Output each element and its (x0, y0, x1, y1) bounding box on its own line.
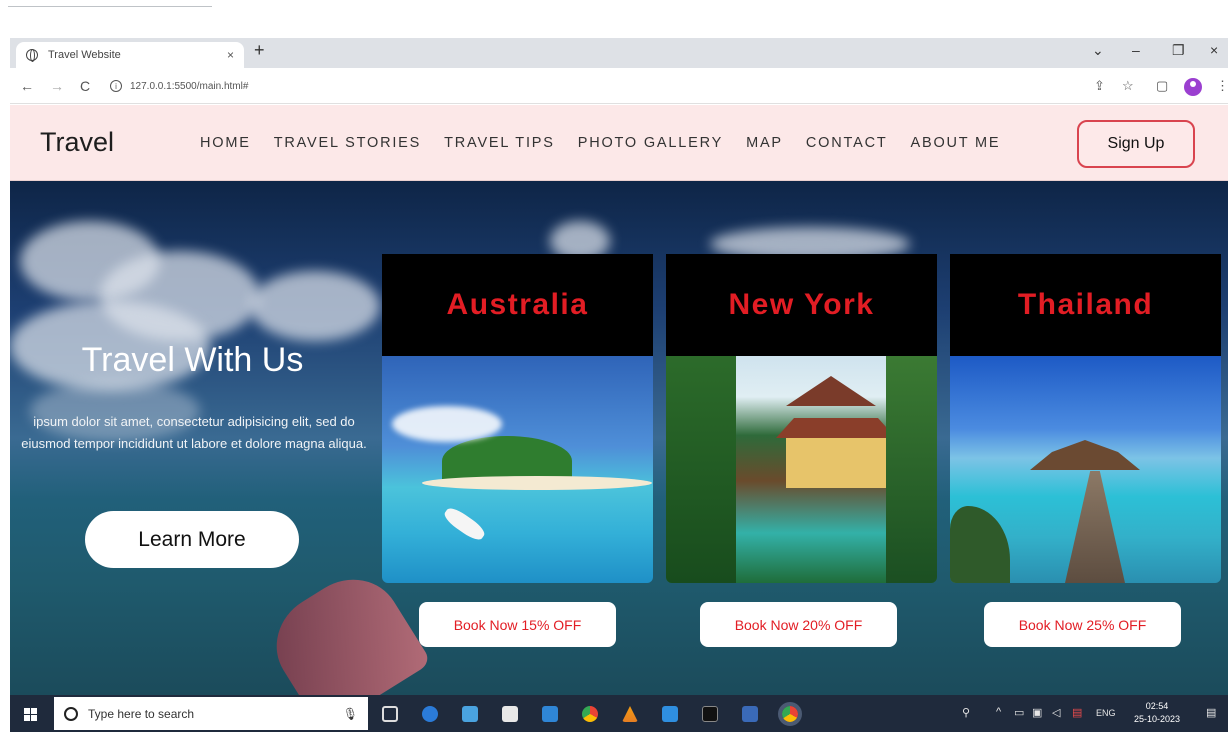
hero-description: ipsum dolor sit amet, consectetur adipis… (21, 414, 367, 451)
microphone-icon[interactable]: 🎙 (343, 707, 358, 721)
battery-icon[interactable]: ▭ (1014, 706, 1024, 719)
word-icon[interactable] (742, 706, 758, 722)
book-now-new-york-button[interactable]: Book Now 20% OFF (700, 602, 897, 647)
site-header: Travel HOME TRAVEL STORIES TRAVEL TIPS P… (10, 105, 1228, 181)
network-icon[interactable]: ▣ (1032, 706, 1042, 719)
side-panel-icon[interactable]: ▢ (1156, 78, 1168, 94)
minimize-icon[interactable]: – (1132, 42, 1140, 58)
clock-date: 25-10-2023 (1134, 714, 1181, 724)
vscode-icon[interactable] (662, 706, 678, 722)
browser-address-bar: ← → C i 127.0.0.1:5500/main.html# ⇪ ☆ ▢ … (10, 68, 1228, 104)
thailand-image (950, 356, 1221, 583)
new-york-image (666, 356, 937, 583)
notification-app-icon[interactable]: ▤ (1072, 706, 1082, 719)
clock-time: 02:54 (1145, 701, 1169, 711)
restore-icon[interactable]: ❐ (1172, 42, 1185, 59)
site-logo[interactable]: Travel (40, 127, 114, 158)
cloud-decoration (250, 271, 380, 341)
tab-title: Travel Website (48, 49, 121, 61)
house-shape (786, 438, 886, 488)
edge-icon[interactable] (422, 706, 438, 722)
palm-shape (666, 356, 736, 583)
cortana-icon (64, 706, 78, 721)
info-icon[interactable]: i (110, 80, 122, 92)
card-header: New York (666, 254, 937, 356)
chrome-icon[interactable] (582, 706, 598, 722)
windows-start-icon[interactable] (24, 708, 37, 721)
new-tab-icon[interactable]: + (254, 40, 265, 61)
canoe-shape (441, 504, 488, 544)
nav-about-me[interactable]: ABOUT ME (911, 135, 1001, 151)
back-icon[interactable]: ← (20, 78, 34, 94)
url-field[interactable]: i 127.0.0.1:5500/main.html# (110, 75, 1090, 97)
hut-shape (1030, 440, 1140, 470)
volume-icon[interactable]: ◁ (1052, 706, 1060, 719)
browser-tab-bar: Travel Website × + ⌄ – ❐ × (10, 38, 1228, 68)
learn-more-button[interactable]: Learn More (85, 511, 299, 568)
nav-home[interactable]: HOME (200, 135, 251, 151)
chevron-down-icon[interactable]: ⌄ (1092, 42, 1104, 59)
palm-shape (886, 356, 937, 583)
cloud-decoration (392, 406, 502, 442)
nav-travel-stories[interactable]: TRAVEL STORIES (274, 135, 421, 151)
forward-icon[interactable]: → (50, 78, 64, 94)
palm-shape (950, 506, 1010, 583)
card-title: Australia (446, 288, 589, 321)
terminal-icon[interactable] (702, 706, 718, 722)
profile-avatar-icon[interactable] (1184, 78, 1202, 96)
tab-close-icon[interactable]: × (227, 48, 234, 62)
card-title: New York (728, 288, 875, 321)
nav-photo-gallery[interactable]: PHOTO GALLERY (578, 135, 723, 151)
people-icon[interactable]: ⚲ (962, 706, 970, 719)
language-indicator[interactable]: ENG (1096, 708, 1116, 718)
sign-up-button[interactable]: Sign Up (1077, 120, 1195, 168)
browser-tab[interactable]: Travel Website × (16, 42, 244, 68)
mail-icon[interactable] (542, 706, 558, 722)
main-nav: HOME TRAVEL STORIES TRAVEL TIPS PHOTO GA… (200, 135, 1000, 151)
hero-title: Travel With Us (81, 341, 304, 379)
book-now-australia-button[interactable]: Book Now 15% OFF (419, 602, 616, 647)
roof-shape (786, 376, 876, 406)
top-divider (8, 6, 212, 7)
search-placeholder: Type here to search (88, 706, 195, 721)
pier-shape (1065, 471, 1125, 583)
roof-shape (776, 418, 896, 438)
reload-icon[interactable]: C (80, 78, 90, 94)
beach-shape (422, 476, 652, 490)
nav-map[interactable]: MAP (746, 135, 783, 151)
destination-card-thailand: Thailand (950, 254, 1221, 583)
share-icon[interactable]: ⇪ (1094, 78, 1105, 94)
card-title: Thailand (1017, 288, 1154, 321)
window-close-icon[interactable]: × (1210, 42, 1218, 58)
star-icon[interactable]: ☆ (1122, 78, 1134, 94)
windows-taskbar: Type here to search 🎙 ⚲ ^ ▭ ▣ ◁ ▤ ENG 02… (10, 695, 1228, 732)
destination-card-australia: Australia (382, 254, 653, 583)
desktop-app-icon[interactable] (462, 706, 478, 722)
taskbar-search-input[interactable]: Type here to search 🎙 (54, 697, 368, 730)
book-now-thailand-button[interactable]: Book Now 25% OFF (984, 602, 1181, 647)
chrome-active-icon[interactable] (778, 702, 802, 726)
card-header: Australia (382, 254, 653, 356)
australia-image (382, 356, 653, 583)
card-header: Thailand (950, 254, 1221, 356)
vlc-icon[interactable] (622, 706, 638, 722)
chevron-up-icon[interactable]: ^ (996, 706, 1001, 718)
nav-contact[interactable]: CONTACT (806, 135, 888, 151)
url-text: 127.0.0.1:5500/main.html# (130, 80, 249, 92)
action-center-icon[interactable]: ▤ (1206, 706, 1216, 719)
store-icon[interactable] (502, 706, 518, 722)
taskbar-clock[interactable]: 02:54 25-10-2023 (1134, 700, 1180, 726)
task-view-icon[interactable] (382, 706, 398, 722)
globe-icon (26, 49, 38, 62)
destination-card-new-york: New York (666, 254, 937, 583)
hero-section: Travel With Us ipsum dolor sit amet, con… (10, 181, 1228, 695)
nav-travel-tips[interactable]: TRAVEL TIPS (444, 135, 555, 151)
menu-icon[interactable]: ⋮ (1216, 78, 1228, 94)
